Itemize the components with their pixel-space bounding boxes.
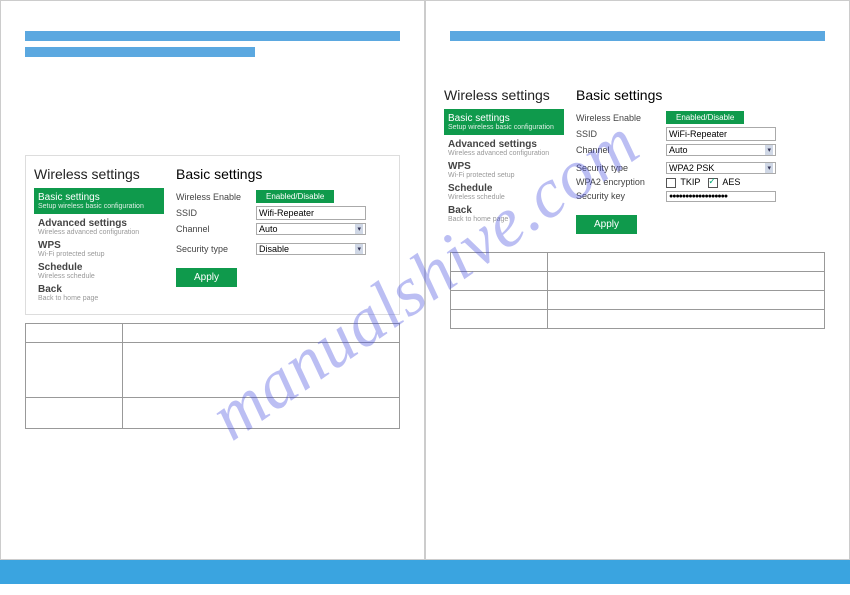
nav-advanced-settings[interactable]: Advanced settings Wireless advanced conf… bbox=[34, 216, 164, 236]
nav-label: Back bbox=[448, 205, 564, 216]
nav-desc: Wireless schedule bbox=[448, 194, 564, 201]
checkbox-aes-label: AES bbox=[722, 177, 740, 187]
nav-label: Back bbox=[38, 284, 164, 295]
label-channel: Channel bbox=[176, 224, 256, 234]
nav-desc: Setup wireless basic configuration bbox=[38, 203, 160, 210]
nav-label: WPS bbox=[448, 161, 564, 172]
select-value: Auto bbox=[259, 224, 278, 234]
label-wpa2-encryption: WPA2 encryption bbox=[576, 177, 666, 187]
nav-label: Basic settings bbox=[38, 192, 160, 203]
input-ssid[interactable]: WiFi-Repeater bbox=[666, 127, 776, 141]
select-security-type[interactable]: WPA2 PSK ▾ bbox=[666, 162, 776, 174]
checkbox-tkip-label: TKIP bbox=[680, 177, 700, 187]
label-security-key: Security key bbox=[576, 191, 666, 201]
content-title: Basic settings bbox=[176, 166, 391, 182]
sidebar: Wireless settings Basic settings Setup w… bbox=[34, 166, 164, 304]
label-security-type: Security type bbox=[176, 244, 256, 254]
label-ssid: SSID bbox=[576, 129, 666, 139]
label-wireless-enable: Wireless Enable bbox=[576, 113, 666, 123]
nav-desc: Setup wireless basic configuration bbox=[448, 124, 560, 131]
settings-panel: Wireless settings Basic settings Setup w… bbox=[440, 77, 835, 244]
checkbox-tkip-wrap[interactable]: TKIP bbox=[666, 177, 700, 188]
apply-button[interactable]: Apply bbox=[176, 268, 237, 287]
header-bar-2 bbox=[25, 47, 255, 57]
nav-back[interactable]: Back Back to home page bbox=[34, 282, 164, 302]
chevron-down-icon: ▾ bbox=[765, 145, 773, 155]
nav-label: Advanced settings bbox=[38, 218, 164, 229]
page-right: Wireless settings Basic settings Setup w… bbox=[425, 0, 850, 560]
label-security-type: Security type bbox=[576, 163, 666, 173]
header-bar-1 bbox=[450, 31, 825, 41]
nav-desc: Back to home page bbox=[38, 295, 164, 302]
select-value: WPA2 PSK bbox=[669, 163, 714, 173]
blank-table bbox=[25, 323, 400, 429]
select-channel[interactable]: Auto ▾ bbox=[666, 144, 776, 156]
nav-basic-settings[interactable]: Basic settings Setup wireless basic conf… bbox=[444, 109, 564, 135]
nav-schedule[interactable]: Schedule Wireless schedule bbox=[444, 181, 564, 201]
select-channel[interactable]: Auto ▾ bbox=[256, 223, 366, 235]
nav-back[interactable]: Back Back to home page bbox=[444, 203, 564, 223]
footer-bar bbox=[0, 560, 850, 584]
nav-basic-settings[interactable]: Basic settings Setup wireless basic conf… bbox=[34, 188, 164, 214]
checkbox-aes-wrap[interactable]: AES bbox=[708, 177, 740, 188]
chevron-down-icon: ▾ bbox=[355, 244, 363, 254]
chevron-down-icon: ▾ bbox=[355, 224, 363, 234]
input-security-key[interactable]: ●●●●●●●●●●●●●●●●●● bbox=[666, 191, 776, 202]
checkbox-tkip[interactable] bbox=[666, 178, 676, 188]
nav-desc: Wi-Fi protected setup bbox=[38, 251, 164, 258]
apply-button[interactable]: Apply bbox=[576, 215, 637, 234]
select-security-type[interactable]: Disable ▾ bbox=[256, 243, 366, 255]
label-ssid: SSID bbox=[176, 208, 256, 218]
nav-label: Schedule bbox=[448, 183, 564, 194]
select-value: Auto bbox=[669, 145, 688, 155]
nav-advanced-settings[interactable]: Advanced settings Wireless advanced conf… bbox=[444, 137, 564, 157]
sidebar-title: Wireless settings bbox=[34, 166, 164, 182]
nav-desc: Wireless advanced configuration bbox=[448, 150, 564, 157]
sidebar-title: Wireless settings bbox=[444, 87, 564, 103]
page-spread: Wireless settings Basic settings Setup w… bbox=[0, 0, 850, 560]
nav-label: Advanced settings bbox=[448, 139, 564, 150]
label-wireless-enable: Wireless Enable bbox=[176, 192, 256, 202]
settings-panel: Wireless settings Basic settings Setup w… bbox=[25, 155, 400, 315]
blank-table bbox=[450, 252, 825, 329]
nav-label: Schedule bbox=[38, 262, 164, 273]
nav-schedule[interactable]: Schedule Wireless schedule bbox=[34, 260, 164, 280]
toggle-wireless-enable[interactable]: Enabled/Disable bbox=[666, 111, 744, 124]
label-channel: Channel bbox=[576, 145, 666, 155]
content-area: Basic settings Wireless Enable Enabled/D… bbox=[164, 166, 391, 304]
header-bar-1 bbox=[25, 31, 400, 41]
content-title: Basic settings bbox=[576, 87, 831, 103]
select-value: Disable bbox=[259, 244, 289, 254]
checkbox-aes[interactable] bbox=[708, 178, 718, 188]
nav-label: WPS bbox=[38, 240, 164, 251]
input-ssid[interactable]: Wifi-Repeater bbox=[256, 206, 366, 220]
nav-desc: Wireless schedule bbox=[38, 273, 164, 280]
page-left: Wireless settings Basic settings Setup w… bbox=[0, 0, 425, 560]
toggle-wireless-enable[interactable]: Enabled/Disable bbox=[256, 190, 334, 203]
nav-wps[interactable]: WPS Wi-Fi protected setup bbox=[444, 159, 564, 179]
nav-wps[interactable]: WPS Wi-Fi protected setup bbox=[34, 238, 164, 258]
nav-desc: Wi-Fi protected setup bbox=[448, 172, 564, 179]
sidebar: Wireless settings Basic settings Setup w… bbox=[444, 87, 564, 234]
nav-desc: Wireless advanced configuration bbox=[38, 229, 164, 236]
nav-label: Basic settings bbox=[448, 113, 560, 124]
chevron-down-icon: ▾ bbox=[765, 163, 773, 173]
nav-desc: Back to home page bbox=[448, 216, 564, 223]
content-area: Basic settings Wireless Enable Enabled/D… bbox=[564, 87, 831, 234]
